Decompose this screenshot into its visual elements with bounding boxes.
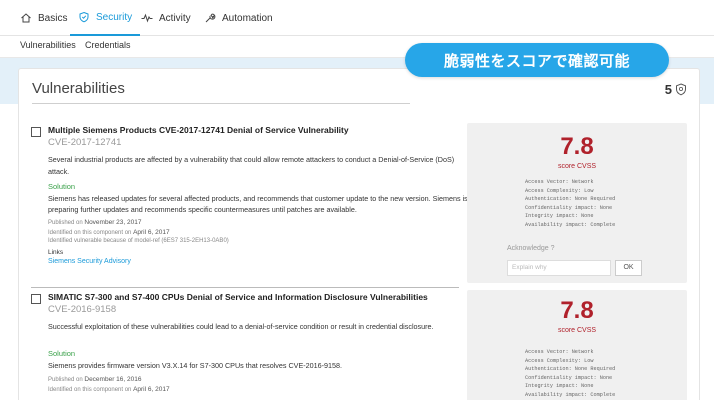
- acknowledge-input[interactable]: Explain why: [507, 260, 611, 276]
- select-checkbox[interactable]: [31, 294, 41, 304]
- links-heading: Links: [48, 249, 64, 256]
- advisory-link[interactable]: Siemens Security Advisory: [48, 258, 131, 265]
- tab-label: Basics: [38, 12, 68, 24]
- home-icon: [20, 12, 32, 24]
- tab-label: Security: [96, 11, 133, 23]
- subtab-credentials[interactable]: Credentials: [85, 40, 131, 50]
- score-box: 7.8 score CVSS Access Vector: Network Ac…: [467, 290, 687, 400]
- acknowledge-label: Acknowledge ?: [507, 245, 555, 252]
- vulnerability-count: 5: [665, 82, 687, 97]
- title-divider: [32, 103, 410, 104]
- cvss-score: 7.8: [560, 133, 594, 160]
- panel-title: Vulnerabilities: [32, 80, 125, 97]
- cvss-label: score CVSS: [557, 327, 597, 334]
- solution-text: Siemens provides firmware version V3.X.1…: [48, 361, 343, 370]
- identified-reason: Identified vulnerable because of model-r…: [48, 238, 229, 244]
- cvss-score: 7.8: [560, 297, 594, 324]
- tab-label: Activity: [159, 12, 191, 24]
- wrench-icon: [204, 12, 216, 24]
- subtab-vulnerabilities[interactable]: Vulnerabilities: [20, 40, 76, 50]
- vulnerability-description: Several industrial products are affected…: [48, 155, 455, 176]
- cvss-metrics: Access Vector: Network Access Complexity…: [525, 349, 616, 398]
- cve-id: CVE-2016-9158: [48, 304, 117, 315]
- vulnerabilities-panel: Vulnerabilities 5 Multiple Siemens Produ…: [18, 68, 700, 400]
- identified-date: Identified on this component on April 6,…: [48, 386, 170, 393]
- pulse-icon: [141, 12, 153, 24]
- solution-heading: Solution: [48, 349, 76, 358]
- shield-icon: [78, 11, 90, 23]
- cvss-metrics: Access Vector: Network Access Complexity…: [525, 179, 616, 228]
- tab-security[interactable]: Security: [70, 0, 141, 36]
- vulnerability-title: SIMATIC S7-300 and S7-400 CPUs Denial of…: [48, 292, 428, 302]
- item-divider: [31, 287, 459, 288]
- identified-date: Identified on this component on April 6,…: [48, 229, 170, 236]
- cvss-label: score CVSS: [557, 163, 597, 170]
- cve-id: CVE-2017-12741: [48, 137, 122, 148]
- vulnerability-title: Multiple Siemens Products CVE-2017-12741…: [48, 125, 349, 135]
- select-checkbox[interactable]: [31, 127, 41, 137]
- published-date: Published on November 23, 2017: [48, 219, 142, 226]
- count-value: 5: [664, 82, 672, 97]
- feature-banner: 脆弱性をスコアで確認可能: [405, 43, 669, 77]
- tab-automation[interactable]: Automation: [204, 0, 273, 36]
- ok-button[interactable]: OK: [615, 260, 642, 276]
- published-date: Published on December 16, 2016: [48, 376, 142, 383]
- score-box: 7.8 score CVSS Access Vector: Network Ac…: [467, 123, 687, 283]
- tab-activity[interactable]: Activity: [141, 0, 191, 36]
- tab-label: Automation: [222, 12, 273, 24]
- top-tabbar: Basics Security Activity Automation: [0, 0, 714, 36]
- solution-heading: Solution: [48, 182, 76, 191]
- vulnerability-description: Successful exploitation of these vulnera…: [48, 322, 434, 331]
- shield-icon: [676, 83, 686, 96]
- tab-basics[interactable]: Basics: [20, 0, 67, 36]
- solution-text: Siemens has released updates for several…: [48, 194, 468, 214]
